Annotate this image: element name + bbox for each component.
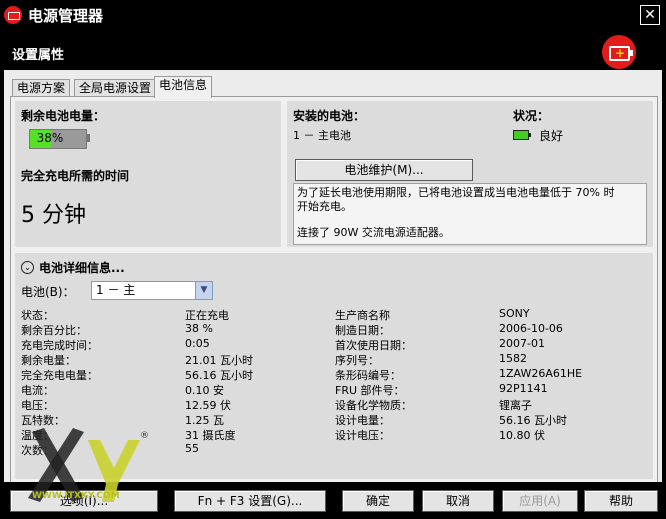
right-label-7: 设计电量： (335, 414, 390, 427)
right-label-0: 生产商名称 (335, 309, 390, 322)
details-heading[interactable]: 电池详细信息... (39, 259, 125, 276)
tab-global-power-settings[interactable]: 全局电源设置 (74, 79, 157, 97)
right-value-4: 1ZAW26A61HE (499, 367, 583, 380)
battery-select-label: 电池(B)： (21, 285, 75, 299)
left-label-5: 电流： (21, 384, 54, 397)
window-title: 电源管理器 (28, 7, 104, 25)
power-manager-window: 电源管理器 ✕ 设置属性 + 电源方案 全局电源设置 电池信息 剩余电池电量： … (0, 0, 666, 519)
right-value-3: 1582 (499, 352, 527, 365)
fn-f3-settings-button[interactable]: Fn + F3 设置(G)... (174, 490, 326, 512)
app-battery-icon (4, 6, 22, 24)
right-label-6: 设备化学物质： (335, 399, 412, 412)
left-value-0: 正在充电 (185, 309, 229, 322)
left-value-5: 0.10 安 (185, 384, 224, 397)
remaining-charge-group: 剩余电池电量： 38% 完全充电所需的时间 5 分钟 (15, 101, 281, 247)
remaining-heading: 剩余电池电量： (21, 109, 106, 123)
left-label-3: 剩余电量： (21, 354, 76, 367)
battery-select[interactable]: 1 － 主 ▼ (91, 281, 213, 300)
left-value-8: 31 摄氏度 (185, 429, 236, 442)
right-value-5: 92P1141 (499, 382, 548, 395)
installed-heading: 安装的电池： (293, 109, 366, 123)
close-button[interactable]: ✕ (640, 5, 660, 25)
right-value-0: SONY (499, 307, 530, 320)
right-value-1: 2006-10-06 (499, 322, 563, 335)
chevron-down-icon[interactable]: ▼ (195, 282, 212, 299)
apply-button[interactable]: 应用(A) (502, 490, 578, 512)
title-bar[interactable]: 电源管理器 ✕ (0, 0, 666, 30)
right-label-1: 制造日期： (335, 324, 390, 337)
xy-watermark-logo: ® WWW.ITXKY.COM (28, 428, 149, 502)
right-label-8: 设计电压： (335, 429, 390, 442)
left-value-4: 56.16 瓦小时 (185, 369, 253, 382)
charge-time-value: 5 分钟 (21, 197, 86, 229)
right-label-5: FRU 部件号： (335, 384, 405, 397)
status-value: 良好 (539, 129, 564, 143)
left-value-7: 1.25 瓦 (185, 414, 224, 427)
left-value-9: 55 (185, 442, 199, 455)
battery-charge-badge-icon: + (602, 35, 636, 69)
header-title: 设置属性 (12, 48, 65, 63)
installed-battery-group: 安装的电池： 1 － 主电池 状况： 良好 电池维护(M)... 为了延长电池使… (287, 101, 653, 247)
help-button[interactable]: 帮助 (584, 490, 658, 512)
right-label-4: 条形码编号： (335, 369, 401, 382)
right-value-2: 2007-01 (499, 337, 545, 350)
charge-time-unit: 分钟 (42, 203, 87, 228)
left-value-3: 21.01 瓦小时 (185, 354, 253, 367)
header-band: 设置属性 + (0, 30, 666, 70)
tab-power-schemes[interactable]: 电源方案 (12, 79, 71, 97)
left-value-2: 0:05 (185, 337, 210, 350)
ok-button[interactable]: 确定 (342, 490, 414, 512)
right-value-7: 56.16 瓦小时 (499, 414, 567, 427)
left-label-2: 充电完成时间： (21, 339, 98, 352)
watermark-url: WWW.ITXKY.COM (32, 491, 120, 501)
battery-maintenance-button[interactable]: 电池维护(M)... (295, 159, 473, 181)
left-label-0: 状态： (21, 309, 54, 322)
right-value-6: 锂离子 (499, 399, 532, 412)
battery-tip (86, 134, 90, 142)
tab-battery-info[interactable]: 电池信息 (154, 76, 213, 98)
charge-time-label: 完全充电所需的时间 (21, 169, 130, 183)
battery-good-icon (513, 130, 531, 140)
right-value-8: 10.80 伏 (499, 429, 545, 442)
info-line-3: 连接了 90W 交流电源适配器。 (297, 226, 450, 239)
left-value-6: 12.59 伏 (185, 399, 231, 412)
info-line-2: 开始充电。 (297, 200, 352, 213)
status-heading: 状况： (513, 109, 550, 123)
charge-time-number: 5 (21, 203, 35, 228)
battery-select-value: 1 － 主 (96, 283, 136, 297)
battery-level-icon: 38% (29, 129, 87, 149)
svg-text:®: ® (140, 431, 149, 441)
left-label-4: 完全充电电量： (21, 369, 98, 382)
left-label-1: 剩余百分比： (21, 324, 87, 337)
charge-info-box: 为了延长电池使用期限，已将电池设置成当电池电量低于 70% 时 开始充电。 连接… (293, 183, 647, 245)
collapse-details-icon[interactable]: ⌄ (21, 261, 34, 274)
right-label-3: 序列号： (335, 354, 379, 367)
right-label-2: 首次使用日期： (335, 339, 412, 352)
cancel-button[interactable]: 取消 (422, 490, 494, 512)
battery-percent-text: 38% (36, 131, 64, 145)
installed-battery-name: 1 － 主电池 (293, 129, 351, 142)
info-line-1: 为了延长电池使用期限，已将电池设置成当电池电量低于 70% 时 (297, 186, 615, 199)
left-value-1: 38 % (185, 322, 213, 335)
